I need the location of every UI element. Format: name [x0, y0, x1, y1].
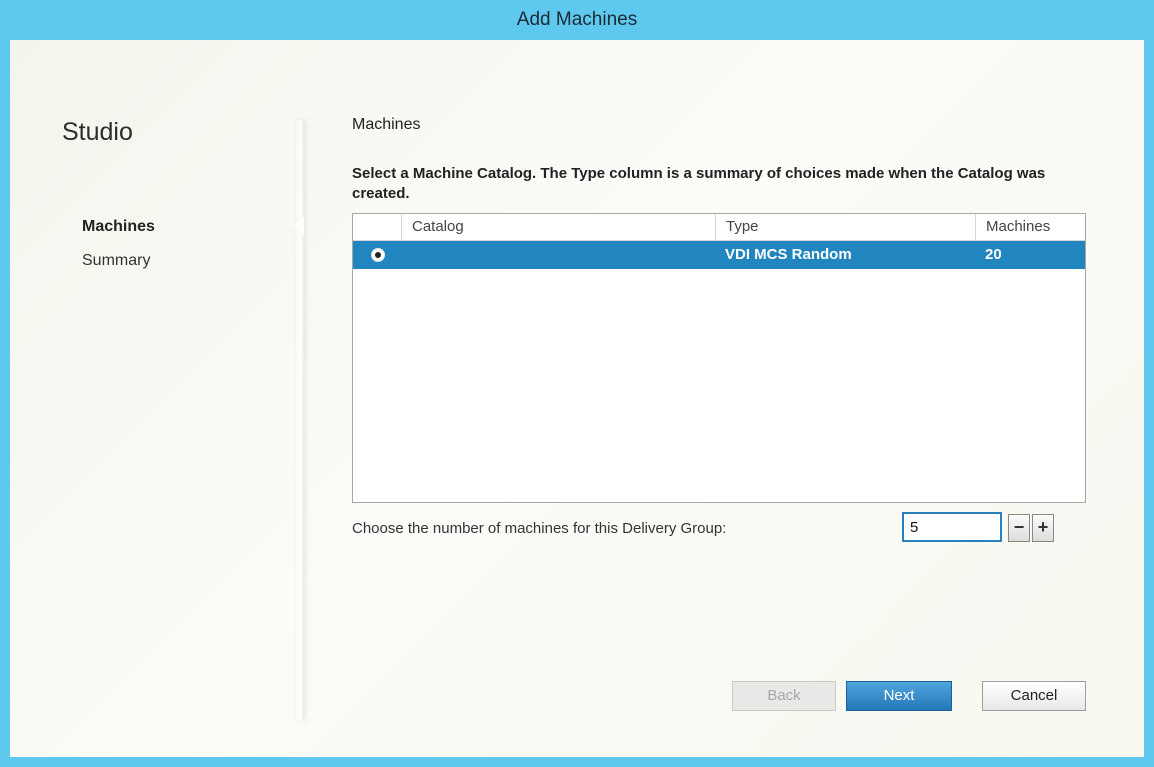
radio-selected-dot — [375, 252, 381, 258]
back-button[interactable]: Back — [732, 681, 836, 711]
next-button[interactable]: Next — [846, 681, 952, 711]
column-header-machines[interactable]: Machines — [975, 214, 1085, 240]
machine-count-label: Choose the number of machines for this D… — [352, 520, 727, 537]
cell-type: VDI MCS Random — [725, 246, 852, 263]
decrement-button[interactable]: − — [1008, 514, 1030, 542]
cancel-button[interactable]: Cancel — [982, 681, 1086, 711]
sidebar-item-machines[interactable]: Machines — [82, 218, 155, 236]
instruction-text: Select a Machine Catalog. The Type colum… — [352, 165, 1046, 202]
table-row[interactable]: VDI MCS Random 20 — [353, 241, 1085, 269]
section-title: Machines — [352, 116, 421, 133]
studio-brand: Studio — [62, 118, 133, 146]
dialog-content: Studio Machines Summary Machines Select … — [10, 40, 1144, 757]
increment-button[interactable]: + — [1032, 514, 1054, 542]
sidebar-item-summary[interactable]: Summary — [82, 252, 150, 270]
main-panel: Machines Select a Machine Catalog. The T… — [352, 40, 1132, 757]
column-header-catalog[interactable]: Catalog — [401, 214, 715, 240]
machine-count-input[interactable] — [902, 512, 1002, 542]
table-header: Catalog Type Machines — [353, 214, 1085, 241]
active-step-pointer — [294, 216, 304, 236]
window-title: Add Machines — [516, 9, 638, 30]
dialog-window: Add Machines Studio Machines Summary Mac… — [0, 0, 1154, 767]
row-radio-button[interactable] — [371, 248, 385, 262]
cell-catalog — [401, 241, 715, 269]
machine-count-stepper: − + — [1008, 514, 1056, 542]
sidebar-divider — [296, 120, 304, 720]
catalog-table: Catalog Type Machines VDI MCS Random 20 — [352, 213, 1086, 503]
cell-machines: 20 — [985, 246, 1002, 263]
wizard-sidebar: Studio Machines Summary — [10, 40, 302, 757]
column-header-type[interactable]: Type — [715, 214, 975, 240]
